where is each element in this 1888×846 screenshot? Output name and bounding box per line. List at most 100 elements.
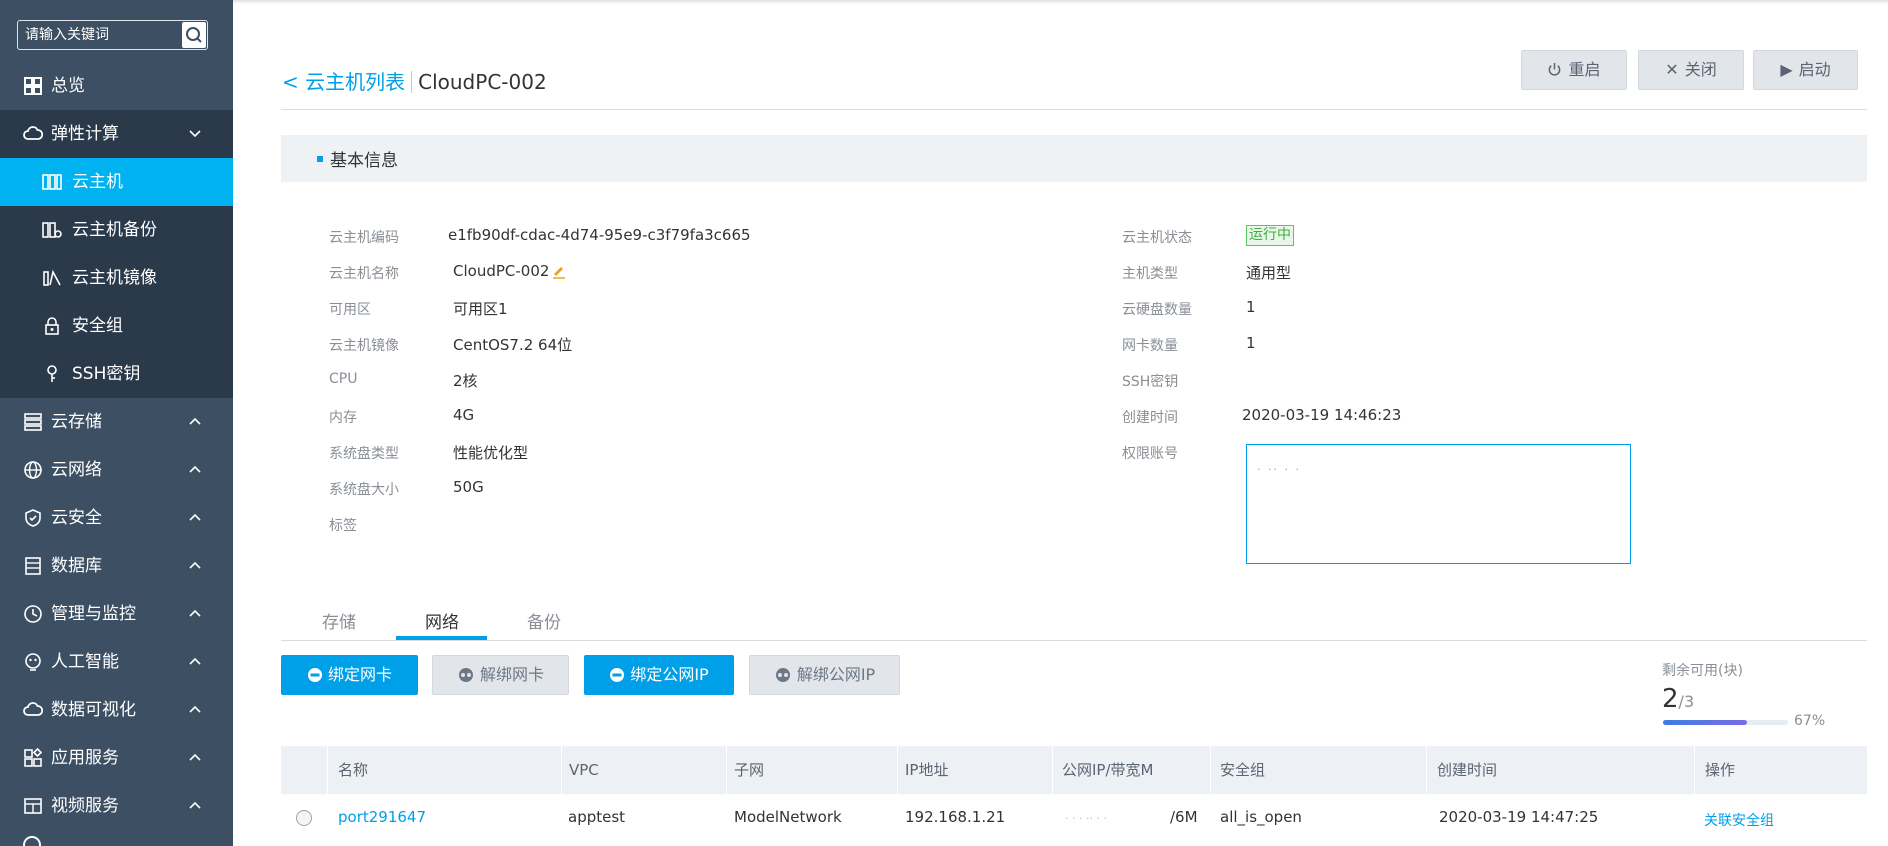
instance-name-value: CloudPC-002 xyxy=(453,262,550,280)
nic-count-value: 1 xyxy=(1246,334,1256,352)
active-tab-indicator xyxy=(396,636,487,640)
chevron-up-icon xyxy=(189,561,201,569)
nav-item-cloud-network[interactable]: 云网络 xyxy=(0,446,233,494)
nav-item-label: 云存储 xyxy=(51,412,102,432)
chevron-down-icon xyxy=(189,130,201,138)
power-icon xyxy=(1549,62,1561,76)
row-public-ip-blurred: · · · ·· · · xyxy=(1065,812,1107,825)
quota-total: /3 xyxy=(1678,692,1695,711)
info-label: 云主机状态 xyxy=(1122,230,1192,246)
search-button[interactable] xyxy=(182,22,206,48)
nav-item-cloud-storage[interactable]: 云存储 xyxy=(0,398,233,446)
tab-network[interactable]: 网络 xyxy=(425,608,459,633)
back-to-list-link[interactable]: < 云主机列表 xyxy=(282,70,405,94)
nav-item-ai[interactable]: 人工智能 xyxy=(0,638,233,686)
restart-button-label: 重启 xyxy=(1568,60,1601,79)
edit-pencil-icon[interactable] xyxy=(551,263,567,279)
info-label: 可用区 xyxy=(329,302,371,318)
info-label: 云主机编码 xyxy=(329,230,399,246)
sub-item-label: 云主机镜像 xyxy=(72,268,157,288)
row-name-link[interactable]: port291647 xyxy=(338,808,426,826)
nav-item-label: 云安全 xyxy=(51,508,102,528)
sub-item-security-group[interactable]: 安全组 xyxy=(0,302,233,350)
close-icon: ✕ xyxy=(1665,60,1679,79)
permission-account-box[interactable]: · ·· · · xyxy=(1246,444,1631,564)
bind-nic-label: 绑定网卡 xyxy=(327,665,392,684)
row-vpc: apptest xyxy=(568,808,626,826)
image-icon xyxy=(43,269,61,286)
tab-backup[interactable]: 备份 xyxy=(527,608,561,633)
info-label: 云主机名称 xyxy=(329,266,399,282)
sub-item-label: SSH密钥 xyxy=(72,364,141,384)
nav-item-video-services[interactable]: 视频服务 xyxy=(0,782,233,830)
server-icon xyxy=(42,174,62,190)
nav-item-cut-icon xyxy=(23,836,41,846)
unbind-public-ip-label: 解绑公网IP xyxy=(796,665,876,684)
column-separator xyxy=(327,746,328,794)
chevron-up-icon xyxy=(189,705,201,713)
tab-storage[interactable]: 存储 xyxy=(322,608,356,633)
sub-item-cloud-host[interactable]: 云主机 xyxy=(0,158,233,206)
nav-item-cloud-security[interactable]: 云安全 xyxy=(0,494,233,542)
nav-item-database[interactable]: 数据库 xyxy=(0,542,233,590)
start-button[interactable]: ▶ 启动 xyxy=(1753,50,1858,90)
quota-count: 2/3 xyxy=(1662,684,1694,714)
column-header-security-group: 安全组 xyxy=(1220,761,1266,779)
bind-public-ip-button[interactable]: 绑定公网IP xyxy=(584,655,734,695)
info-label: 创建时间 xyxy=(1122,410,1178,426)
associate-security-group-link[interactable]: 关联安全组 xyxy=(1704,810,1774,830)
sub-item-host-backup[interactable]: 云主机备份 xyxy=(0,206,233,254)
column-header-public-ip: 公网IP/带宽M xyxy=(1062,761,1154,779)
nav-item-management-monitoring[interactable]: 管理与监控 xyxy=(0,590,233,638)
section-marker xyxy=(317,156,323,162)
nav-item-label: 总览 xyxy=(51,76,85,96)
info-label: 标签 xyxy=(329,518,357,534)
nav-item-label: 视频服务 xyxy=(51,796,119,816)
search-box xyxy=(17,20,208,50)
zone-value: 可用区1 xyxy=(453,300,508,318)
chevron-up-icon xyxy=(189,465,201,473)
memory-value: 4G xyxy=(453,406,475,424)
nav-item-label: 弹性计算 xyxy=(51,124,119,144)
row-public-ip: /6M xyxy=(1170,808,1198,826)
permission-account-text: · ·· · · xyxy=(1257,463,1301,476)
instance-name-title: CloudPC-002 xyxy=(418,70,547,94)
ai-icon xyxy=(25,653,41,671)
unlink-icon xyxy=(458,668,473,682)
sidebar: 总览 弹性计算 云主机 云主机备份 云主机镜像 安全组 SSH密钥 云存储 云网… xyxy=(0,0,233,846)
sub-item-ssh-key[interactable]: SSH密钥 xyxy=(0,350,233,398)
column-separator xyxy=(1052,746,1053,794)
shutdown-button[interactable]: ✕ 关闭 xyxy=(1638,50,1744,90)
search-input[interactable] xyxy=(18,21,184,49)
backup-icon xyxy=(42,222,62,238)
column-header-name: 名称 xyxy=(338,761,369,779)
nav-item-data-visualization[interactable]: 数据可视化 xyxy=(0,686,233,734)
nav-item-elastic-compute[interactable]: 弹性计算 xyxy=(0,110,233,158)
column-separator xyxy=(561,746,562,794)
info-label: 系统盘大小 xyxy=(329,482,399,498)
table-header: 名称 VPC 子网 IP地址 公网IP/带宽M 安全组 创建时间 操作 xyxy=(281,746,1867,794)
lock-icon xyxy=(45,317,59,335)
unbind-public-ip-button[interactable]: 解绑公网IP xyxy=(749,655,900,695)
bind-nic-button[interactable]: 绑定网卡 xyxy=(281,655,418,695)
restart-button[interactable]: 重启 xyxy=(1521,50,1627,90)
disk-count-value: 1 xyxy=(1246,298,1256,316)
shield-icon xyxy=(25,509,41,527)
breadcrumb: < 云主机列表 CloudPC-002 xyxy=(282,66,547,95)
cpu-value: 2核 xyxy=(453,372,478,390)
sub-item-host-image[interactable]: 云主机镜像 xyxy=(0,254,233,302)
column-header-vpc: VPC xyxy=(569,761,599,779)
storage-icon xyxy=(24,413,42,431)
host-type-value: 通用型 xyxy=(1246,264,1292,282)
globe-icon xyxy=(24,461,42,479)
header-divider xyxy=(281,109,1867,110)
nav-item-overview[interactable]: 总览 xyxy=(0,62,233,110)
unlink-icon xyxy=(775,668,790,682)
created-time-value: 2020-03-19 14:46:23 xyxy=(1242,406,1402,424)
sub-item-label: 安全组 xyxy=(72,316,123,336)
nav-item-app-services[interactable]: 应用服务 xyxy=(0,734,233,782)
quota-progress-bar xyxy=(1663,720,1788,725)
unbind-nic-button[interactable]: 解绑网卡 xyxy=(432,655,569,695)
row-select-radio[interactable] xyxy=(296,810,312,826)
database-icon xyxy=(25,557,41,575)
